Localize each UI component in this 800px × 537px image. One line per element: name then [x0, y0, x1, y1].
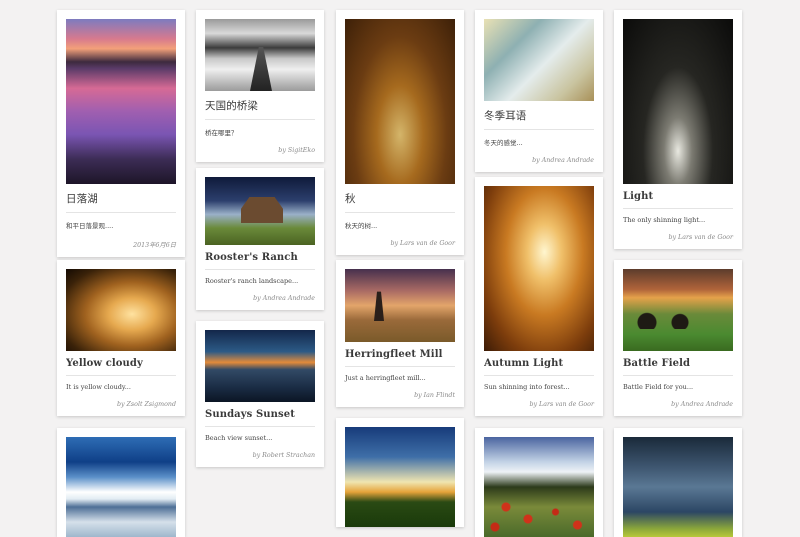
photo-card[interactable]: Yellow cloudy It is yellow cloudy... by …: [57, 260, 185, 416]
card-author: by Lars van de Goor: [668, 234, 733, 241]
card-title[interactable]: Light: [623, 191, 733, 209]
card-image[interactable]: [623, 269, 733, 351]
photo-card[interactable]: [475, 428, 603, 537]
photo-card[interactable]: Light The only shinning light... by Lars…: [614, 10, 742, 249]
photo-card[interactable]: Herringfleet Mill Just a herringfleet mi…: [336, 260, 464, 407]
card-author: by Robert Strachan: [252, 452, 315, 459]
card-description: The only shinning light...: [623, 216, 706, 224]
card-author: by Lars van de Goor: [390, 240, 455, 247]
card-author: by Andrea Andrade: [532, 157, 594, 164]
card-title[interactable]: Rooster's Ranch: [205, 252, 315, 270]
card-author: by Ian Flindt: [414, 392, 455, 399]
card-author: by Zsolt Zsigmond: [116, 401, 176, 408]
card-author: by Andrea Andrade: [671, 401, 733, 408]
card-description: Sun shinning into forest...: [484, 383, 570, 391]
card-description: Just a herringfleet mill...: [345, 374, 426, 382]
card-description: Beach view sunset...: [205, 434, 273, 442]
card-author: by SigitEko: [278, 147, 315, 154]
card-image[interactable]: [484, 437, 594, 537]
card-description: 桥在哪里？: [205, 129, 238, 137]
photo-card[interactable]: 天国的桥梁 桥在哪里？ by SigitEko: [196, 10, 324, 162]
photo-card[interactable]: 秋 秋天的树... by Lars van de Goor: [336, 10, 464, 255]
card-image[interactable]: [623, 437, 733, 537]
card-title[interactable]: 冬季耳语: [484, 108, 594, 130]
photo-card[interactable]: 日落湖 和平日落景观.... 2013年6月6日: [57, 10, 185, 257]
photo-card[interactable]: Autumn Light Sun shinning into forest...…: [475, 177, 603, 416]
card-title[interactable]: Yellow cloudy: [66, 358, 176, 376]
photo-card[interactable]: Battle Field Battle Field for you... by …: [614, 260, 742, 416]
photo-card[interactable]: [614, 428, 742, 537]
card-image[interactable]: [205, 177, 315, 245]
card-image[interactable]: [484, 19, 594, 101]
card-description: 和平日落景观....: [66, 222, 114, 230]
card-description: Battle Field for you...: [623, 383, 694, 391]
card-description: Rooster's ranch landscape...: [205, 277, 299, 285]
card-image[interactable]: [66, 269, 176, 351]
card-image[interactable]: [345, 269, 455, 342]
card-title[interactable]: 日落湖: [66, 191, 176, 213]
photo-card[interactable]: Sundays Sunset Beach view sunset... by R…: [196, 321, 324, 467]
card-author: by Andrea Andrade: [253, 295, 315, 302]
card-image[interactable]: [484, 186, 594, 351]
card-image[interactable]: [205, 19, 315, 91]
card-description: 冬天的感觉...: [484, 139, 523, 147]
card-author: by Lars van de Goor: [529, 401, 594, 408]
card-description: 秋天的树...: [345, 222, 378, 230]
photo-card[interactable]: 冬季耳语 冬天的感觉... by Andrea Andrade: [475, 10, 603, 172]
card-image[interactable]: [66, 437, 176, 537]
card-image[interactable]: [66, 19, 176, 184]
card-title[interactable]: 秋: [345, 191, 455, 213]
card-image[interactable]: [345, 19, 455, 184]
card-description: It is yellow cloudy...: [66, 383, 131, 391]
card-title[interactable]: Herringfleet Mill: [345, 349, 455, 367]
photo-card[interactable]: [57, 428, 185, 537]
card-image[interactable]: [623, 19, 733, 184]
card-image[interactable]: [345, 427, 455, 527]
card-title[interactable]: Sundays Sunset: [205, 409, 315, 427]
photo-card[interactable]: Rooster's Ranch Rooster's ranch landscap…: [196, 168, 324, 310]
card-date: 2013年6月6日: [133, 242, 176, 249]
card-title[interactable]: Autumn Light: [484, 358, 594, 376]
card-title[interactable]: 天国的桥梁: [205, 98, 315, 120]
photo-card[interactable]: [336, 418, 464, 527]
card-title[interactable]: Battle Field: [623, 358, 733, 376]
card-image[interactable]: [205, 330, 315, 402]
